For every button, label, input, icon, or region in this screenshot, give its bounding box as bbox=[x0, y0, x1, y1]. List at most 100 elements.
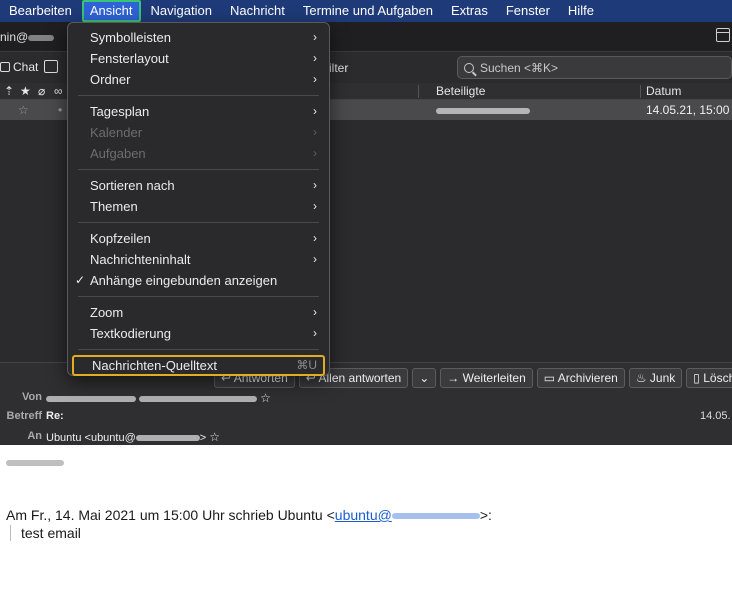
menu-item-label: Nachrichteninhalt bbox=[90, 252, 191, 267]
chevron-right-icon: › bbox=[313, 30, 317, 44]
delete-button[interactable]: ▯ Löschen bbox=[686, 368, 732, 388]
menu-fenster[interactable]: Fenster bbox=[497, 0, 559, 22]
forward-icon: → bbox=[447, 371, 460, 385]
chevron-right-icon: › bbox=[313, 125, 317, 139]
menu-navigation[interactable]: Navigation bbox=[142, 0, 221, 22]
junk-icon: ♨ bbox=[635, 371, 647, 385]
thread-column-icon[interactable]: ⇡ bbox=[4, 84, 14, 98]
menu-item-zoom[interactable]: Zoom › bbox=[68, 302, 329, 323]
menu-item-label: Sortieren nach bbox=[90, 178, 175, 193]
menu-item-themen[interactable]: Themen › bbox=[68, 196, 329, 217]
menu-termine-und-aufgaben[interactable]: Termine und Aufgaben bbox=[294, 0, 442, 22]
chevron-right-icon: › bbox=[313, 231, 317, 245]
menu-item-label: Tagesplan bbox=[90, 104, 150, 119]
menu-item-anhänge-eingebunden-anzeigen[interactable]: ✓ Anhänge eingebunden anzeigen bbox=[68, 270, 329, 291]
column-participants[interactable]: Beteiligte bbox=[436, 84, 485, 98]
menu-separator bbox=[78, 296, 319, 297]
message-date-short: 14.05. bbox=[700, 410, 731, 422]
chevron-down-icon: ⌄ bbox=[419, 371, 430, 385]
menu-item-tagesplan[interactable]: Tagesplan › bbox=[68, 101, 329, 122]
quote-intro: Am Fr., 14. Mai 2021 um 15:00 Uhr schrie… bbox=[6, 507, 492, 523]
reply-all-label: Allen antworten bbox=[318, 371, 402, 385]
menu-item-fensterlayout[interactable]: Fensterlayout › bbox=[68, 48, 329, 69]
subject-label: Betreff bbox=[6, 410, 42, 422]
chat-button[interactable]: Chat bbox=[0, 60, 38, 74]
menu-item-label: Ordner bbox=[90, 72, 131, 87]
reply-dropdown-button[interactable]: ⌄ bbox=[412, 368, 437, 388]
menu-bearbeiten[interactable]: Bearbeiten bbox=[0, 0, 81, 22]
star-icon[interactable]: ☆ bbox=[260, 391, 271, 405]
menu-item-kopfzeilen[interactable]: Kopfzeilen › bbox=[68, 228, 329, 249]
menu-item-label: Symbolleisten bbox=[90, 30, 171, 45]
unread-dot-icon[interactable]: • bbox=[58, 103, 62, 117]
account-tab[interactable]: nin@ bbox=[0, 30, 55, 44]
column-divider[interactable] bbox=[640, 85, 641, 98]
menu-item-sortieren-nach[interactable]: Sortieren nach › bbox=[68, 175, 329, 196]
trash-icon: ▯ bbox=[693, 371, 700, 385]
star-icon[interactable]: ☆ bbox=[209, 430, 220, 444]
message-date: 14.05.21, 15:00 bbox=[646, 103, 730, 117]
subject-value: Re: bbox=[46, 410, 64, 422]
redacted-text bbox=[139, 396, 258, 403]
attachment-column-icon[interactable]: ⌀ bbox=[38, 84, 45, 98]
column-date[interactable]: Datum bbox=[646, 84, 681, 98]
menu-nachricht[interactable]: Nachricht bbox=[221, 0, 294, 22]
forward-button[interactable]: → Weiterleiten bbox=[440, 368, 533, 388]
chat-icon bbox=[0, 62, 10, 72]
menu-separator bbox=[78, 222, 319, 223]
address-book-icon[interactable] bbox=[44, 60, 58, 73]
menu-bar: Bearbeiten Ansicht Navigation Nachricht … bbox=[0, 0, 732, 22]
quote-intro-text: Am Fr., 14. Mai 2021 um 15:00 Uhr schrie… bbox=[6, 507, 335, 523]
shortcut-label: ⌘U bbox=[296, 358, 317, 372]
menu-hilfe[interactable]: Hilfe bbox=[559, 0, 603, 22]
column-divider[interactable] bbox=[418, 85, 419, 98]
menu-extras[interactable]: Extras bbox=[442, 0, 497, 22]
email-link[interactable]: ubuntu@ bbox=[335, 507, 480, 523]
archive-button[interactable]: ▭ Archivieren bbox=[536, 368, 625, 388]
menu-item-textkodierung[interactable]: Textkodierung › bbox=[68, 323, 329, 344]
to-label: An bbox=[27, 430, 42, 442]
to-value[interactable]: Ubuntu <ubuntu@ > ☆ bbox=[46, 430, 220, 444]
menu-separator bbox=[78, 95, 319, 96]
star-icon[interactable]: ☆ bbox=[18, 103, 29, 117]
menu-item-label: Kopfzeilen bbox=[90, 231, 151, 246]
checkmark-icon: ✓ bbox=[75, 273, 86, 287]
chevron-right-icon: › bbox=[313, 305, 317, 319]
account-name: nin@ bbox=[0, 30, 29, 44]
chevron-right-icon: › bbox=[313, 51, 317, 65]
from-value[interactable]: ☆ bbox=[46, 391, 271, 405]
menu-item-kalender: Kalender › bbox=[68, 122, 329, 143]
menu-item-aufgaben: Aufgaben › bbox=[68, 143, 329, 164]
quick-filter-label[interactable]: ilter bbox=[329, 61, 348, 75]
menu-ansicht[interactable]: Ansicht bbox=[81, 0, 141, 22]
archive-icon: ▭ bbox=[543, 371, 556, 385]
calendar-icon[interactable] bbox=[716, 28, 730, 42]
chevron-right-icon: › bbox=[313, 252, 317, 266]
menu-item-symbolleisten[interactable]: Symbolleisten › bbox=[68, 27, 329, 48]
menu-separator bbox=[78, 349, 319, 350]
star-column-icon[interactable]: ★ bbox=[20, 84, 31, 98]
forward-label: Weiterleiten bbox=[462, 371, 526, 385]
read-column-icon[interactable]: ∞ bbox=[54, 84, 63, 98]
view-menu-dropdown: Symbolleisten › Fensterlayout › Ordner › Tages… bbox=[67, 22, 330, 376]
chevron-right-icon: › bbox=[313, 178, 317, 192]
redacted-text bbox=[436, 107, 530, 114]
quote-intro-close: >: bbox=[479, 507, 492, 523]
chevron-right-icon: › bbox=[313, 146, 317, 160]
junk-label: Junk bbox=[649, 371, 676, 385]
menu-item-label: Aufgaben bbox=[90, 146, 146, 161]
menu-item-nachrichten-quelltext[interactable]: Nachrichten-Quelltext ⌘U bbox=[72, 355, 325, 376]
junk-button[interactable]: ♨ Junk bbox=[628, 368, 683, 388]
menu-item-nachrichteninhalt[interactable]: Nachrichteninhalt › bbox=[68, 249, 329, 270]
redacted-text bbox=[135, 435, 200, 442]
search-input[interactable]: Suchen <⌘K> bbox=[457, 56, 732, 79]
to-address: Ubuntu <ubuntu@ bbox=[46, 432, 136, 444]
menu-item-ordner[interactable]: Ordner › bbox=[68, 69, 329, 90]
menu-item-label: Zoom bbox=[90, 305, 124, 320]
redacted-text bbox=[46, 396, 136, 403]
chat-label: Chat bbox=[13, 60, 39, 74]
redacted-text bbox=[28, 34, 55, 41]
menu-item-label: Nachrichten-Quelltext bbox=[92, 358, 217, 373]
chevron-right-icon: › bbox=[313, 326, 317, 340]
search-icon bbox=[464, 62, 474, 73]
